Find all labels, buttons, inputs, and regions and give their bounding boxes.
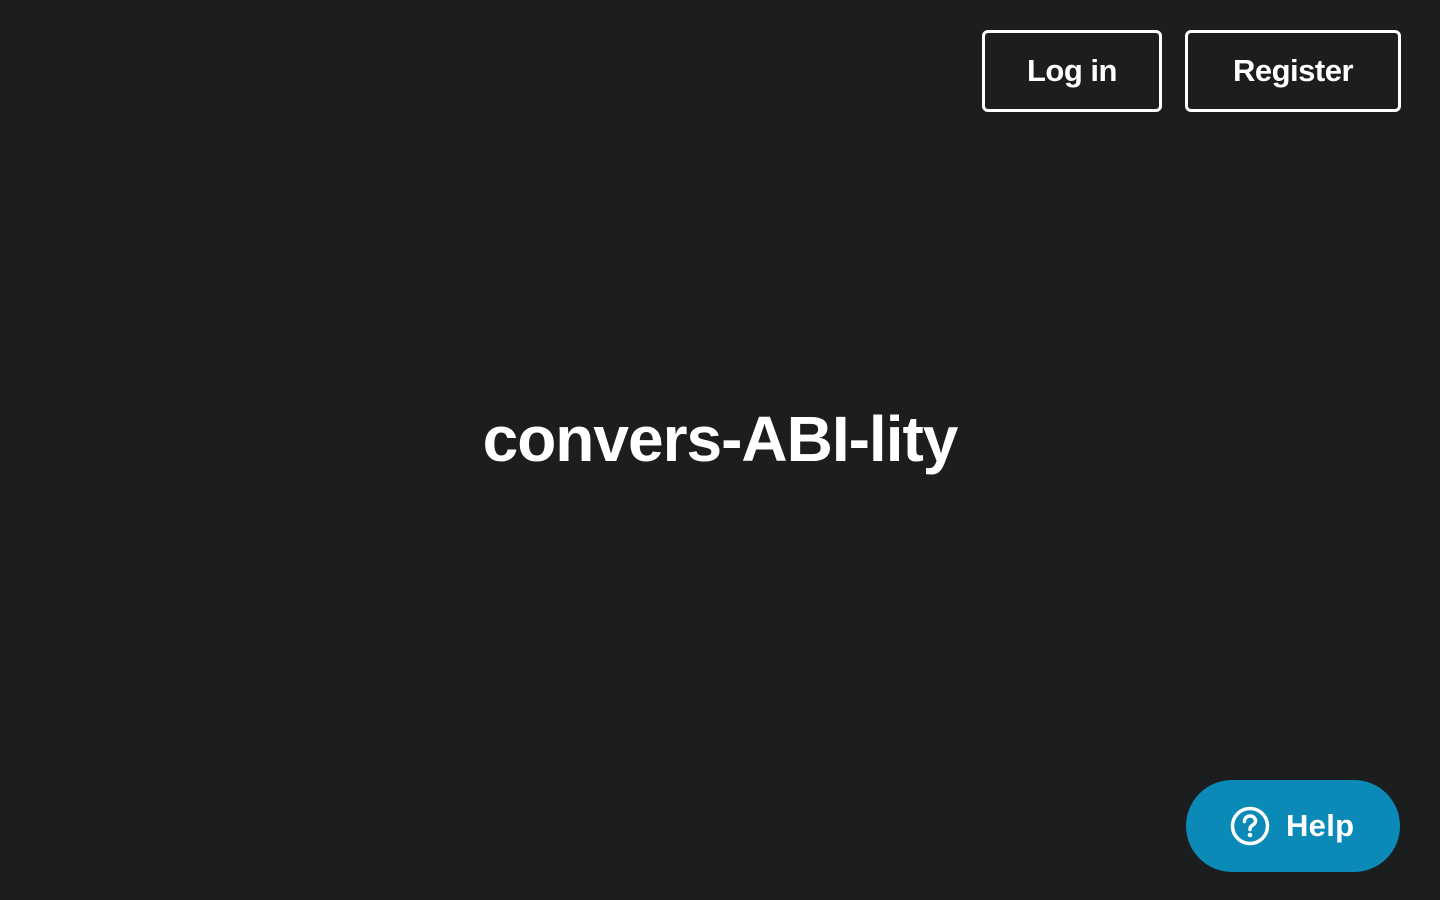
page-title: convers-ABI-lity [482,403,959,475]
landing-page: Log in Register convers-ABI-lity Help [0,0,1440,900]
register-button[interactable]: Register [1185,30,1401,112]
login-button[interactable]: Log in [982,30,1162,112]
question-circle-icon [1230,806,1270,846]
help-button[interactable]: Help [1186,780,1400,872]
header-actions: Log in Register [982,30,1401,112]
help-label: Help [1286,808,1355,843]
